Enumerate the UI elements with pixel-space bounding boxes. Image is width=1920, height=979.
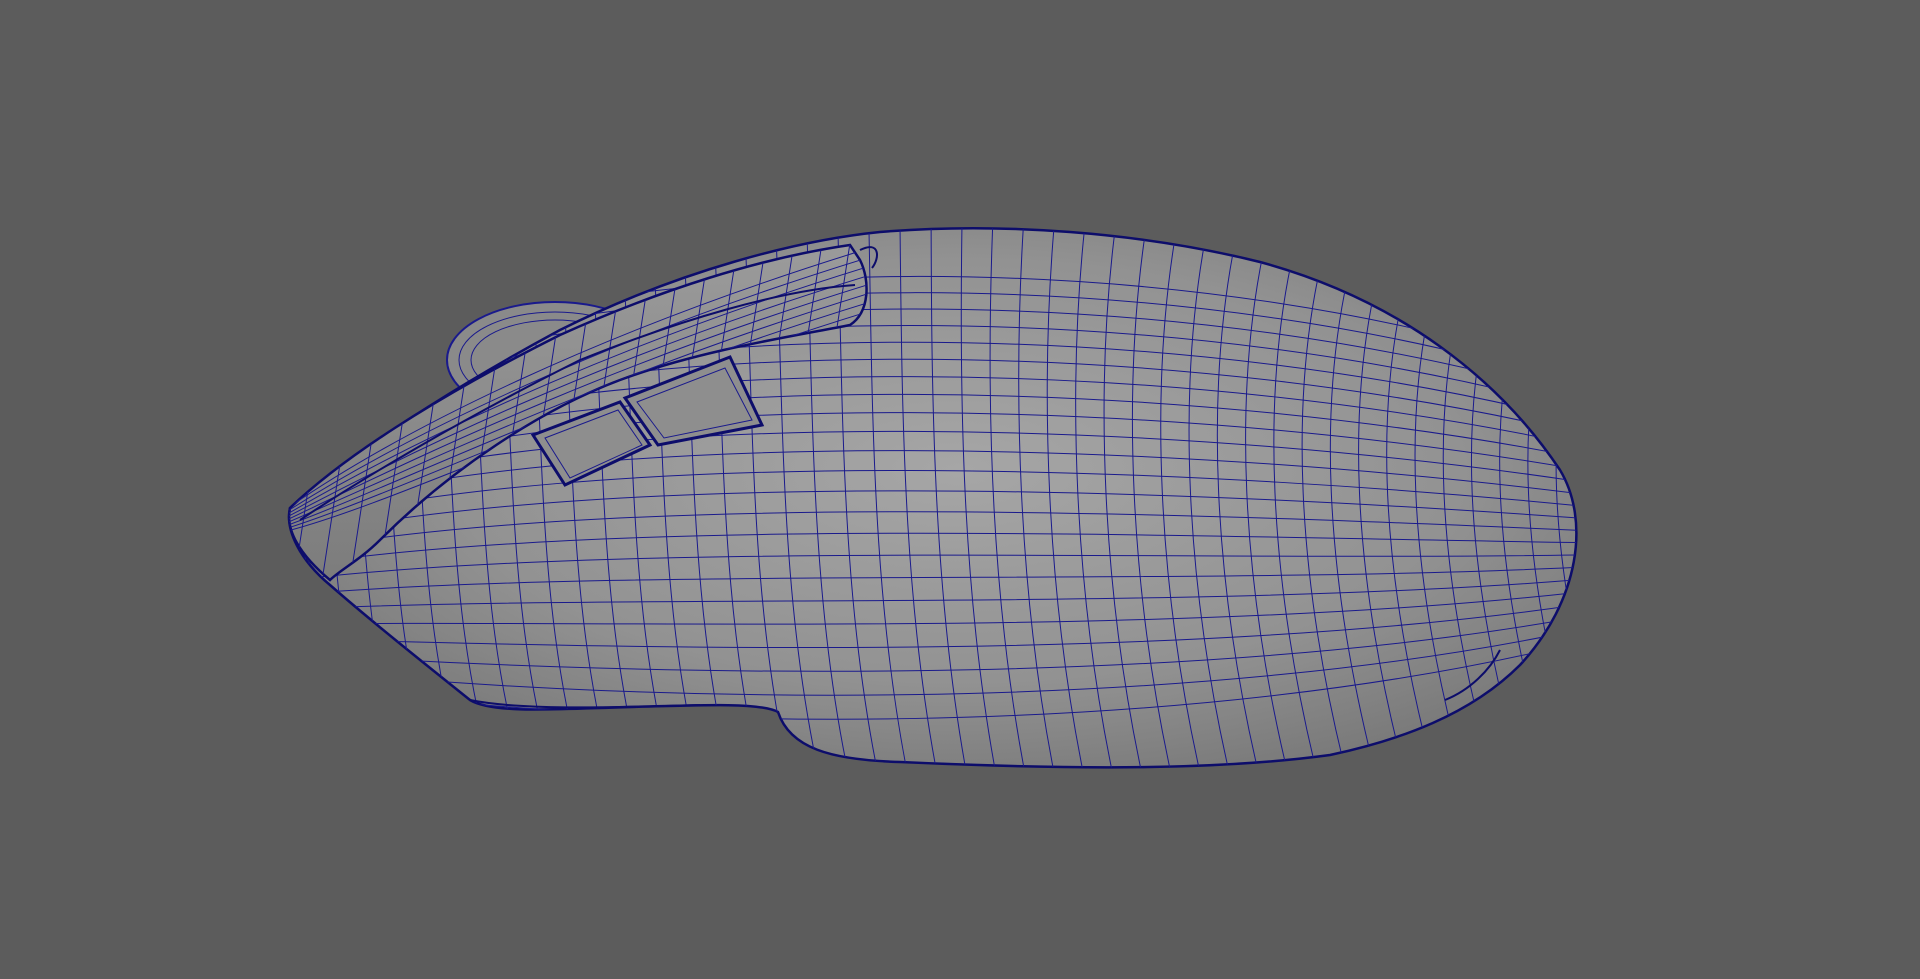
3d-viewport[interactable] <box>0 0 1920 979</box>
viewport-canvas[interactable] <box>0 0 1920 979</box>
